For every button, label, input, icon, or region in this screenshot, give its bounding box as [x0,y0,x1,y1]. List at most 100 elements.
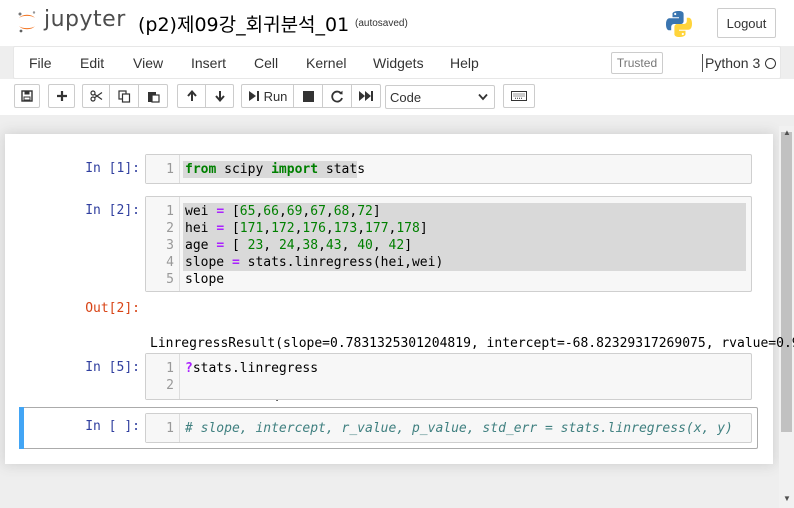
menu-view[interactable]: View [133,55,163,71]
code-token: 69 [286,204,303,219]
code-token: wei [185,204,217,219]
code-token: [ [224,221,240,236]
line-number: 1 [166,361,174,376]
code-token: , [263,238,279,253]
code-line: slope [185,272,224,287]
run-label: Run [263,88,288,104]
line-number: 1 [166,421,174,436]
menu-cell[interactable]: Cell [254,55,278,71]
line-number: 4 [166,255,174,270]
command-palette-button[interactable] [503,84,535,108]
code-token: 67 [310,204,326,219]
code-token: from [185,162,217,177]
code-token: stats [318,162,366,177]
code-token: ] [372,204,381,219]
cut-icon [89,90,102,102]
menu-kernel[interactable]: Kernel [306,55,346,71]
cell-type-value: Code [390,89,422,105]
code-token: ] [404,238,413,253]
jupyter-logo[interactable]: jupyter [16,7,125,36]
restart-run-all-button[interactable] [351,84,381,108]
code-line: from scipy import stats [185,162,365,177]
logout-button[interactable]: Logout [717,8,776,38]
input-prompt: In [1]: [85,161,140,176]
code-token: 177 [365,221,389,236]
input-prompt: In [ ]: [85,419,140,434]
code-line: ?stats.linregress [185,361,318,376]
code-cell-input[interactable]: 1 from scipy import stats [145,154,752,184]
code-token: , [263,221,272,236]
menu-widgets[interactable]: Widgets [373,55,424,71]
chevron-down-icon [478,93,488,101]
jupyter-logo-icon [18,11,36,33]
move-down-button[interactable] [205,84,234,108]
stop-icon [302,90,314,102]
line-number: 3 [166,238,174,253]
insert-cell-button[interactable] [48,84,75,108]
menu-edit[interactable]: Edit [80,55,104,71]
code-token: 173 [333,221,358,236]
paste-icon [147,91,160,103]
code-token: 176 [302,221,326,236]
scroll-down-arrow[interactable]: ▼ [783,494,791,503]
code-line: age = [ 23, 24,38,43, 40, 42] [185,238,412,253]
copy-icon [117,89,130,103]
code-token: , [357,221,366,236]
python-logo-icon [666,11,692,37]
code-token: , [325,204,334,219]
code-token: hei [185,221,217,236]
restart-icon [330,90,343,102]
code-token: 171 [239,221,264,236]
code-line: # slope, intercept, r_value, p_value, st… [185,421,733,436]
copy-button[interactable] [109,84,139,108]
trusted-indicator[interactable]: Trusted [611,52,663,74]
code-token: slope [185,272,225,287]
menu-insert[interactable]: Insert [191,55,226,71]
output-line: LinregressResult(slope=0.783132530120481… [150,336,794,351]
fast-forward-icon [359,91,373,101]
restart-button[interactable] [322,84,352,108]
save-button[interactable] [14,84,40,108]
code-token: # slope, intercept, r_value, p_value, st… [185,421,733,436]
interrupt-button[interactable] [293,84,323,108]
input-prompt: In [2]: [85,203,140,218]
code-token: 40 [357,238,373,253]
paste-button[interactable] [138,84,168,108]
code-token: import [271,162,319,177]
code-cell-input[interactable]: 1 wei = [65,66,69,67,68,72] 2 hei = [171… [145,196,752,292]
code-token: , [278,204,287,219]
scroll-up-arrow[interactable]: ▲ [783,128,791,137]
code-cell-input[interactable]: 1 # slope, intercept, r_value, p_value, … [145,413,752,443]
code-line: wei = [65,66,69,67,68,72] [185,204,381,219]
kernel-separator [702,54,703,72]
code-token: ] [419,221,428,236]
menu-file[interactable]: File [29,55,52,71]
code-token: 38 [302,238,319,253]
header: jupyter (p2)제09강_회귀분석_01 (autosaved) Log… [0,0,794,46]
code-cell-input[interactable]: 1 ?stats.linregress 2 [145,353,752,400]
notebook-title[interactable]: (p2)제09강_회귀분석_01 [138,10,349,37]
output-prompt: Out[2]: [85,301,140,316]
run-icon [248,91,259,101]
save-icon [21,90,33,102]
move-up-button[interactable] [177,84,206,108]
code-line: slope = stats.linregress(hei,wei) [185,255,443,270]
run-button[interactable]: Run [241,84,294,108]
kernel-name[interactable]: Python 3 [705,55,760,71]
code-token: 172 [271,221,295,236]
code-token: 24 [278,238,295,253]
code-token: 72 [357,204,373,219]
input-prompt: In [5]: [85,360,140,375]
code-token: , [325,221,334,236]
menu-help[interactable]: Help [450,55,479,71]
code-token: = [231,255,240,270]
code-line: hei = [171,172,176,173,177,178] [185,221,428,236]
cell-type-select[interactable]: Code [385,85,495,109]
code-token: age [185,238,217,253]
cut-button[interactable] [82,84,110,108]
line-number: 2 [166,378,174,393]
code-token: 43 [325,238,342,253]
code-token: ? [185,361,193,376]
arrow-down-icon [214,91,225,102]
code-token: , [341,238,358,253]
